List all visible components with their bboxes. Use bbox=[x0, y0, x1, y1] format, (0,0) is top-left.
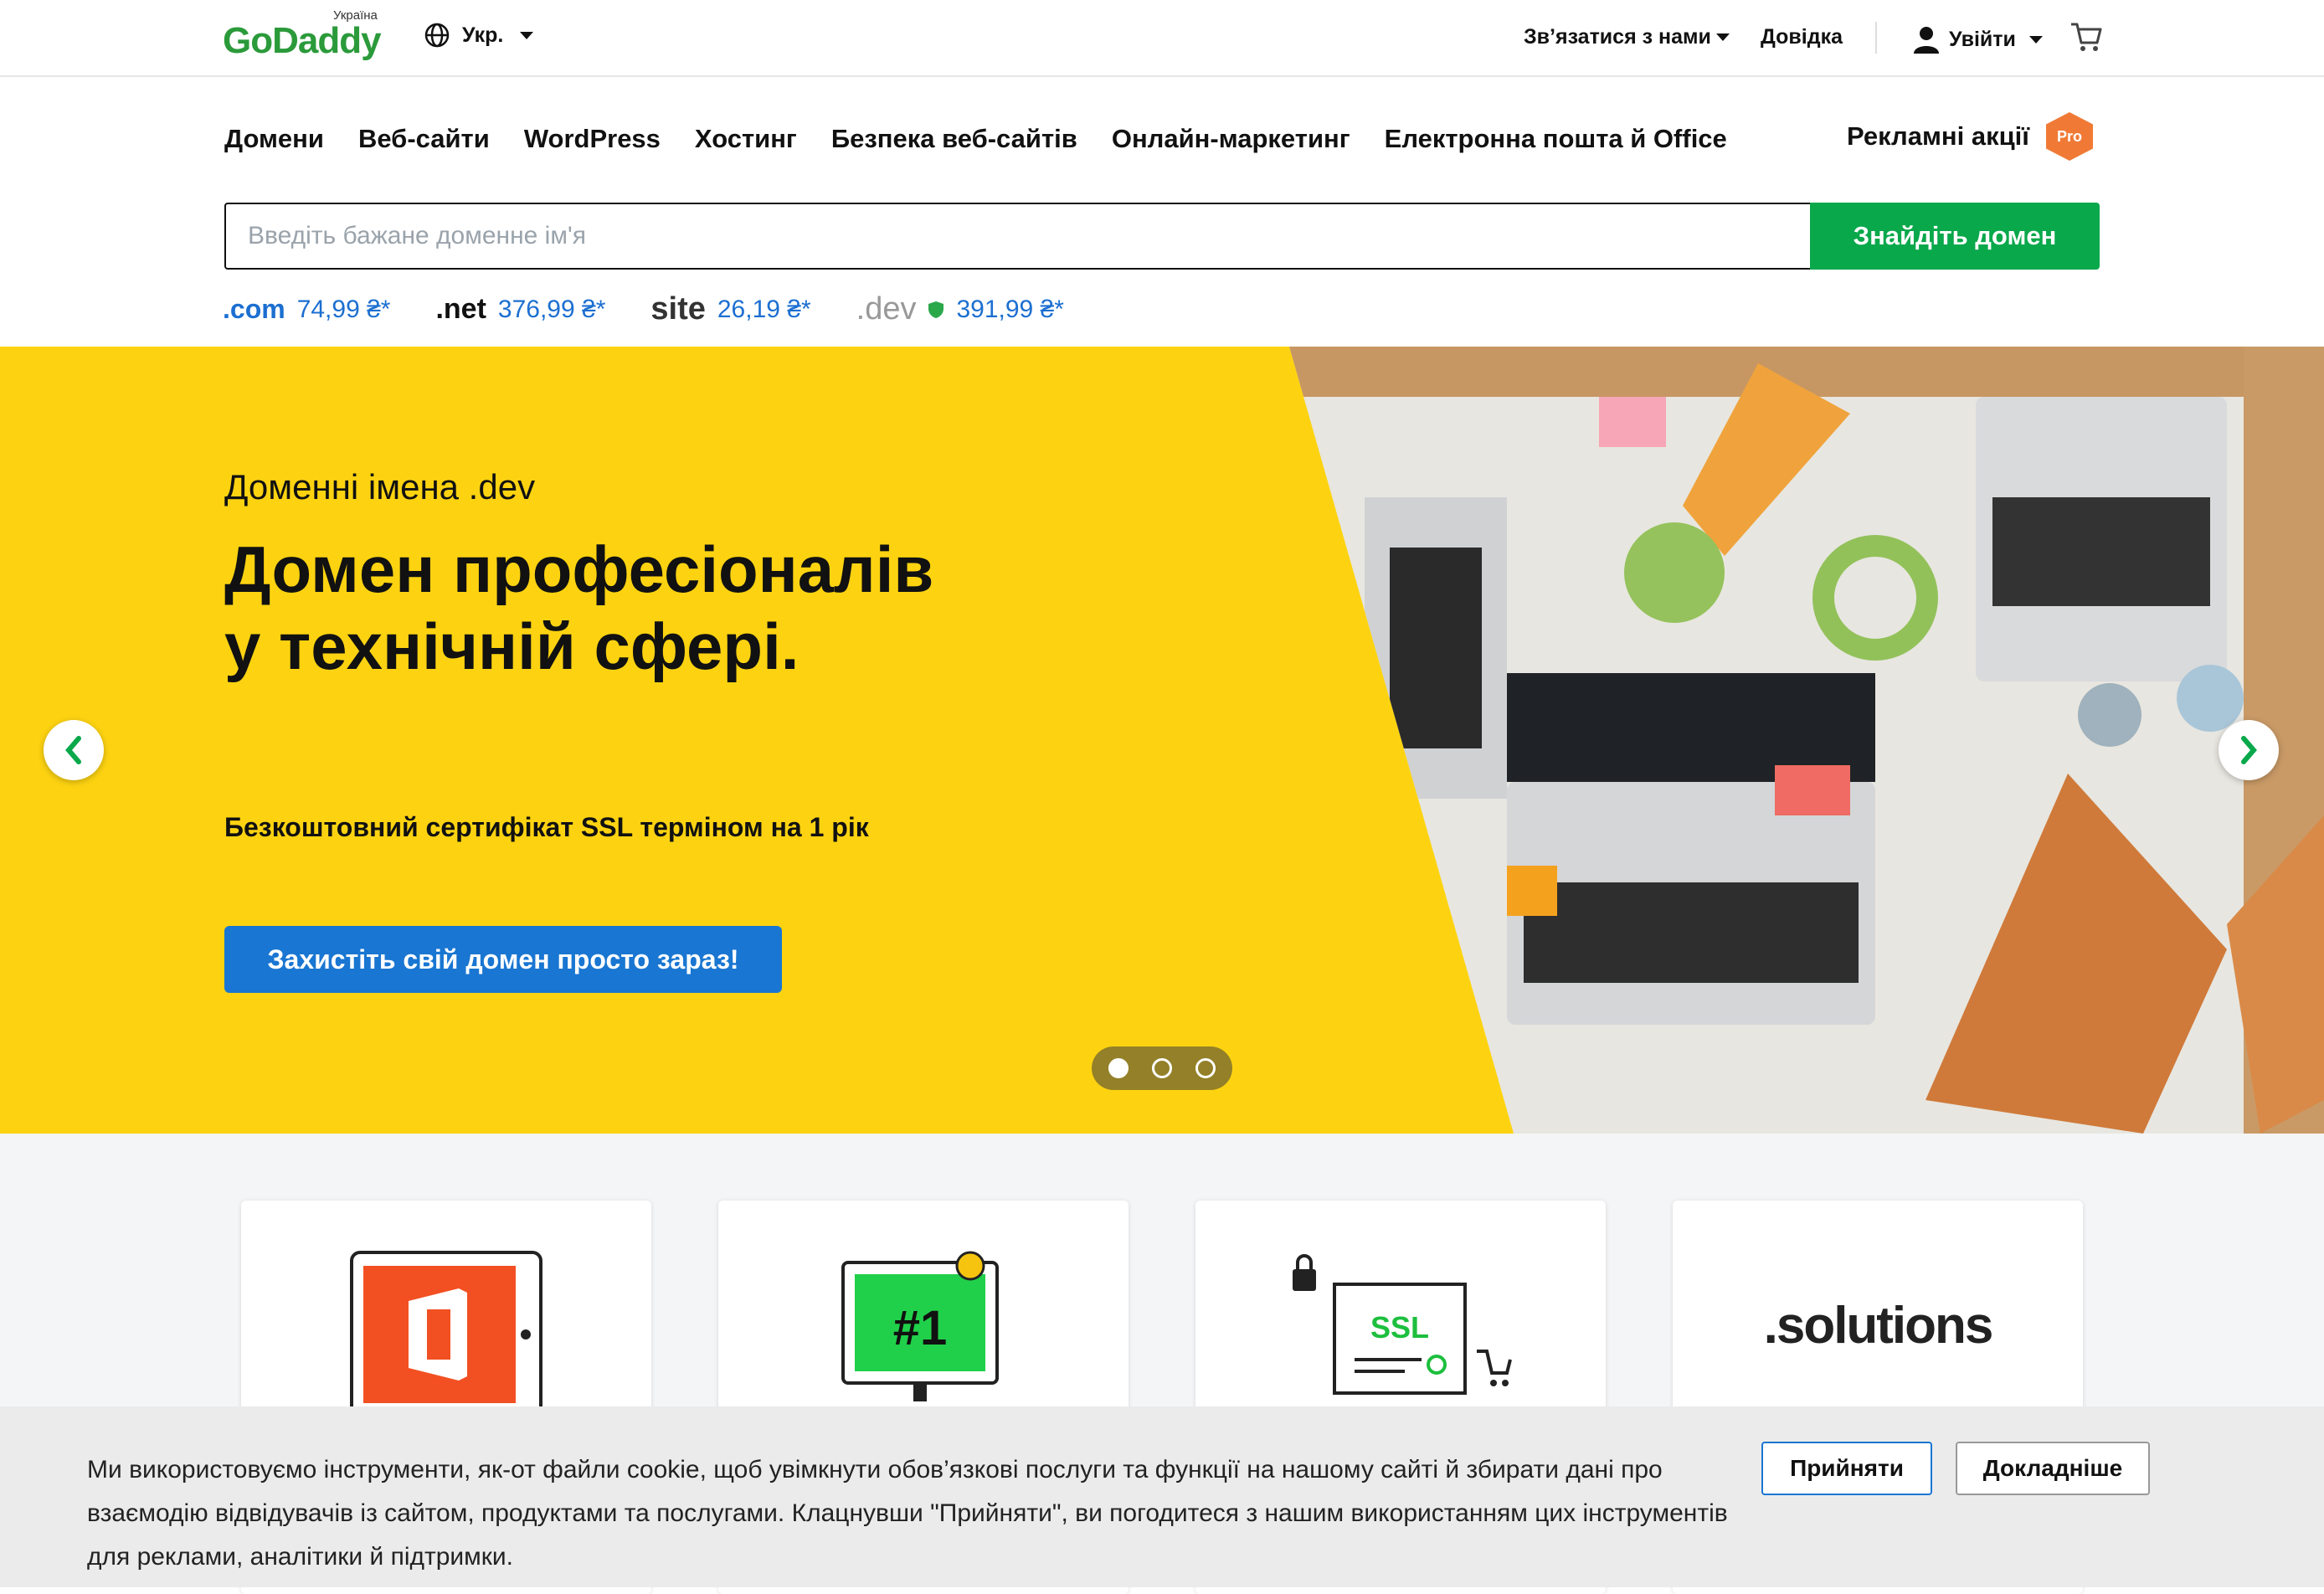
tld-com-price: 74,99 ₴* bbox=[296, 295, 391, 323]
solutions-domain-icon: .solutions bbox=[1764, 1297, 1994, 1355]
shopping-cart-icon bbox=[2071, 23, 2102, 51]
number-one-label: #1 bbox=[893, 1301, 948, 1355]
tld-com[interactable]: .com 74,99 ₴* bbox=[223, 294, 390, 325]
contact-us-menu[interactable]: Зв’язатися з нами bbox=[1524, 25, 1730, 49]
carousel-pagination bbox=[1092, 1046, 1232, 1090]
tld-net[interactable]: .net 376,99 ₴* bbox=[435, 293, 605, 326]
tld-site[interactable]: site 26,19 ₴* bbox=[650, 291, 810, 327]
chevron-down-icon bbox=[2028, 35, 2043, 44]
nav-item-online-marketing[interactable]: Онлайн-маркетинг bbox=[1112, 124, 1350, 154]
tld-site-logo: site bbox=[650, 291, 706, 327]
promotions-label: Рекламні акції bbox=[1847, 121, 2029, 151]
language-selector[interactable]: Укр. bbox=[424, 22, 534, 49]
accept-cookies-button[interactable]: Прийняти bbox=[1761, 1442, 1932, 1495]
chevron-down-icon bbox=[1715, 33, 1730, 41]
carousel-dot-1[interactable] bbox=[1108, 1058, 1129, 1078]
nav-item-email-office[interactable]: Електронна пошта й Office bbox=[1385, 124, 1727, 154]
secure-domain-button[interactable]: Захистіть свій домен просто зараз! bbox=[224, 926, 782, 993]
nav-item-websites[interactable]: Веб-сайти bbox=[358, 124, 490, 154]
nav-item-domains[interactable]: Домени bbox=[224, 124, 324, 154]
top-utility-bar: Україна GoDaddy Укр. Зв’язатися з нами Д… bbox=[0, 0, 2324, 77]
hero-title: Домен професіоналів у технічній сфері. bbox=[224, 532, 934, 683]
hero-subtitle: Безкоштовний сертифікат SSL терміном на … bbox=[224, 812, 869, 842]
sign-in-label: Увійти bbox=[1949, 27, 2016, 51]
nav-item-hosting[interactable]: Хостинг bbox=[695, 124, 797, 154]
nav-item-wordpress[interactable]: WordPress bbox=[524, 124, 661, 154]
contact-us-label: Зв’язатися з нами bbox=[1524, 25, 1711, 49]
carousel-prev-button[interactable] bbox=[44, 720, 104, 780]
tld-dev-price: 391,99 ₴* bbox=[956, 295, 1064, 323]
divider bbox=[1875, 22, 1877, 54]
help-link[interactable]: Довідка bbox=[1761, 25, 1843, 49]
domain-search-input[interactable] bbox=[224, 203, 1810, 270]
carousel-next-button[interactable] bbox=[2219, 720, 2279, 780]
chevron-down-icon bbox=[520, 31, 534, 39]
tld-site-price: 26,19 ₴* bbox=[717, 295, 811, 323]
language-label: Укр. bbox=[462, 23, 504, 47]
ssl-label: SSL bbox=[1370, 1310, 1429, 1345]
tld-net-logo: .net bbox=[435, 293, 486, 325]
hero-desk-photo bbox=[1289, 347, 2324, 1134]
globe-icon bbox=[424, 23, 450, 48]
shield-icon bbox=[928, 301, 944, 318]
tld-com-logo: .com bbox=[223, 294, 285, 324]
user-icon bbox=[1914, 27, 1939, 54]
tld-price-list: .com 74,99 ₴* .net 376,99 ₴* site 26,19 … bbox=[223, 291, 1109, 327]
office-tablet-icon bbox=[350, 1251, 542, 1418]
help-label: Довідка bbox=[1761, 25, 1843, 49]
nav-item-promotions[interactable]: Рекламні акції Pro bbox=[1847, 112, 2093, 161]
learn-more-button[interactable]: Докладніше bbox=[1956, 1442, 2150, 1495]
main-navigation: Домени Веб-сайти WordPress Хостинг Безпе… bbox=[224, 124, 1727, 154]
chevron-right-icon bbox=[2241, 736, 2257, 764]
nav-item-website-security[interactable]: Безпека веб-сайтів bbox=[831, 124, 1077, 154]
hero-carousel: Доменні імена .dev Домен професіоналів у… bbox=[0, 347, 2324, 1134]
tld-dev[interactable]: .dev 391,99 ₴* bbox=[856, 291, 1064, 327]
find-domain-button[interactable]: Знайдіть домен bbox=[1810, 203, 2100, 270]
ssl-certificate-icon: SSL bbox=[1293, 1254, 1512, 1395]
chevron-left-icon bbox=[65, 736, 81, 764]
hero-eyebrow: Доменні імена .dev bbox=[224, 467, 536, 506]
tld-net-price: 376,99 ₴* bbox=[497, 295, 606, 323]
tld-dev-logo: .dev bbox=[856, 291, 917, 327]
sign-in-menu[interactable]: Увійти bbox=[1912, 25, 2043, 54]
cookie-consent-banner: Ми використовуємо інструменти, як-от фай… bbox=[0, 1406, 2324, 1587]
cookie-notice-text: Ми використовуємо інструменти, як-от фай… bbox=[87, 1456, 1728, 1571]
carousel-dot-3[interactable] bbox=[1195, 1058, 1216, 1078]
logo-wordmark: GoDaddy bbox=[223, 20, 382, 61]
carousel-dot-2[interactable] bbox=[1152, 1058, 1172, 1078]
number-one-monitor-icon: #1 bbox=[841, 1251, 999, 1401]
cart-button[interactable] bbox=[2069, 20, 2103, 58]
domain-search: Знайдіть домен bbox=[224, 203, 2100, 270]
solutions-label: .solutions bbox=[1764, 1297, 1992, 1355]
pro-badge[interactable]: Pro bbox=[2046, 112, 2093, 161]
